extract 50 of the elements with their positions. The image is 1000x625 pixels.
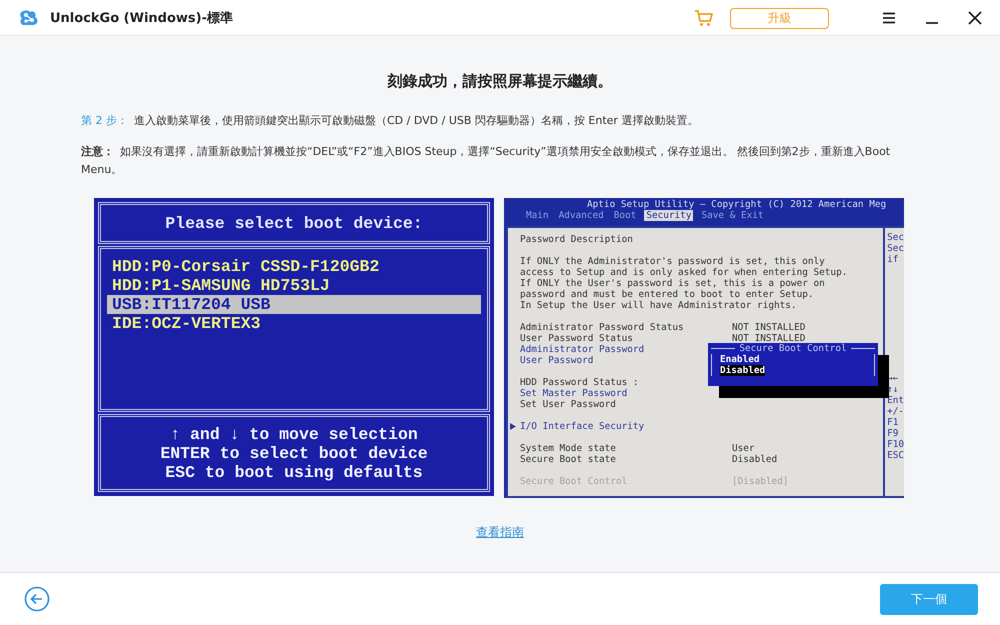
password-description-text: If ONLY the Administrator's password is set, this only access to Setup and is only asked for when entering Setup. If ONLY the User's password is set, this is a power on password and must be entered to boot to enter Setup. In Setup the User will have Administrator rights. [520, 256, 848, 311]
submenu-arrow-icon [510, 423, 516, 430]
popup-option[interactable]: Disabled [720, 365, 766, 376]
bios-setting-label: System Mode state [520, 443, 617, 454]
bios-key-hint: F1 [887, 417, 900, 428]
menu-icon[interactable] [882, 12, 896, 24]
bios-setting-label: User Password Status [520, 333, 634, 344]
bios-help-text: Sec [887, 232, 904, 243]
boot-hint-text: ESC to boot using defaults [165, 462, 423, 482]
bios-setting-label: Set User Password [520, 399, 617, 410]
bios-tab[interactable]: Advanced [556, 210, 606, 221]
bios-setting-label: HDD Password Status : [520, 377, 640, 388]
bios-setting-value: NOT INSTALLED [732, 322, 806, 333]
boot-device-item[interactable]: IDE:OCZ-VERTEX3 [107, 314, 481, 333]
bios-section-title: Password Description [520, 234, 633, 245]
popup-title: Secure Boot Control [735, 343, 851, 354]
boot-device-item[interactable]: USB:IT117204 USB [107, 295, 481, 314]
bios-setting-value: [Disabled] [732, 476, 788, 487]
step-instruction-text: 第 2 步： 進入啟動菜單後，使用箭頭鍵突出顯示可啟動磁盤（CD / DVD / USB 閃存驅動器）名稱，按 Enter 選擇啟動裝置。 [81, 113, 700, 129]
bios-setting-label: Administrator Password Status [520, 322, 685, 333]
bios-setting-value: User [732, 443, 755, 454]
page-heading: 刻錄成功，請按照屏幕提示繼續。 [388, 72, 612, 92]
bios-tab[interactable]: Save & Exit [699, 210, 766, 221]
close-icon[interactable] [968, 11, 982, 25]
boot-hint-text: ENTER to select boot device [160, 444, 428, 462]
boot-device-item[interactable]: HDD:P0-Corsair CSSD-F120GB2 [107, 257, 481, 276]
bios-help-text: Sec [887, 243, 904, 254]
bios-setting-label: Secure Boot state [520, 454, 617, 465]
bios-menu-item[interactable]: I/O Interface Security [520, 421, 732, 432]
bios-help-text: if [887, 254, 900, 265]
note-text: 注意： 如果沒有選擇，請重新啟動計算機並按“DEL”或“F2”進入BIOS Steup，選擇“Security”選項禁用安全啟動模式，保存並退出。 然後回到第2步，重新進入Boot Menu。 [81, 144, 892, 178]
bios-tab[interactable]: Main [524, 210, 551, 221]
boot-hint-text: ↑ and ↓ to move selection [170, 424, 418, 444]
bios-header-text: Aptio Setup Utility – Copyright (C) 2012 American Meg [586, 199, 888, 210]
bios-key-hint: +/- [887, 406, 904, 417]
bios-tab[interactable]: Security [644, 210, 694, 221]
bios-tab[interactable]: Boot [612, 210, 638, 221]
bios-key-hint: F9 [887, 428, 900, 439]
bios-setting-value: NOT INSTALLED [732, 333, 806, 344]
bios-setting-value: Disabled [732, 454, 778, 465]
popup-option[interactable]: Enabled [720, 354, 760, 365]
back-icon[interactable] [24, 586, 50, 612]
boot-menu-title: Please select boot device: [165, 214, 423, 232]
bios-key-hint: ESC [887, 450, 904, 461]
window-title: UnlockGo (Windows)-標準 [50, 10, 233, 27]
bios-setting-label: Secure Boot Control [520, 476, 628, 487]
bios-menu-item[interactable]: Set Master Password [520, 388, 732, 399]
boot-device-item[interactable]: HDD:P1-SAMSUNG HD753LJ [107, 276, 481, 295]
bios-key-hint: ↑↓ [887, 384, 900, 395]
bios-key-hint: F10 [887, 439, 904, 450]
